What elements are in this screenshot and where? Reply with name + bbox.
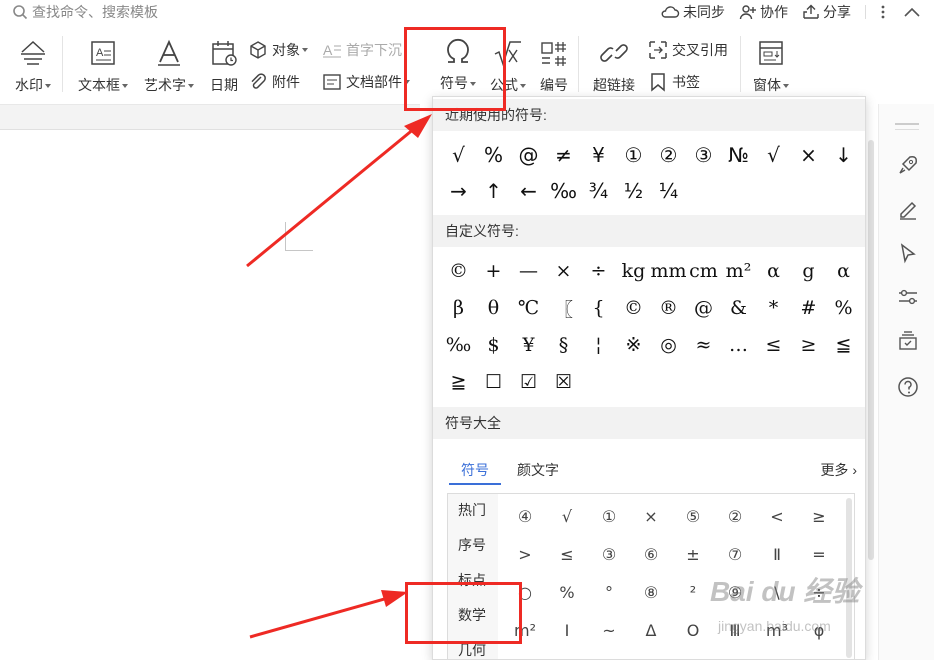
annotation-overlay [246,114,432,639]
arrow-to-symbol-button [246,114,432,268]
arrow-to-math-category [249,590,408,639]
